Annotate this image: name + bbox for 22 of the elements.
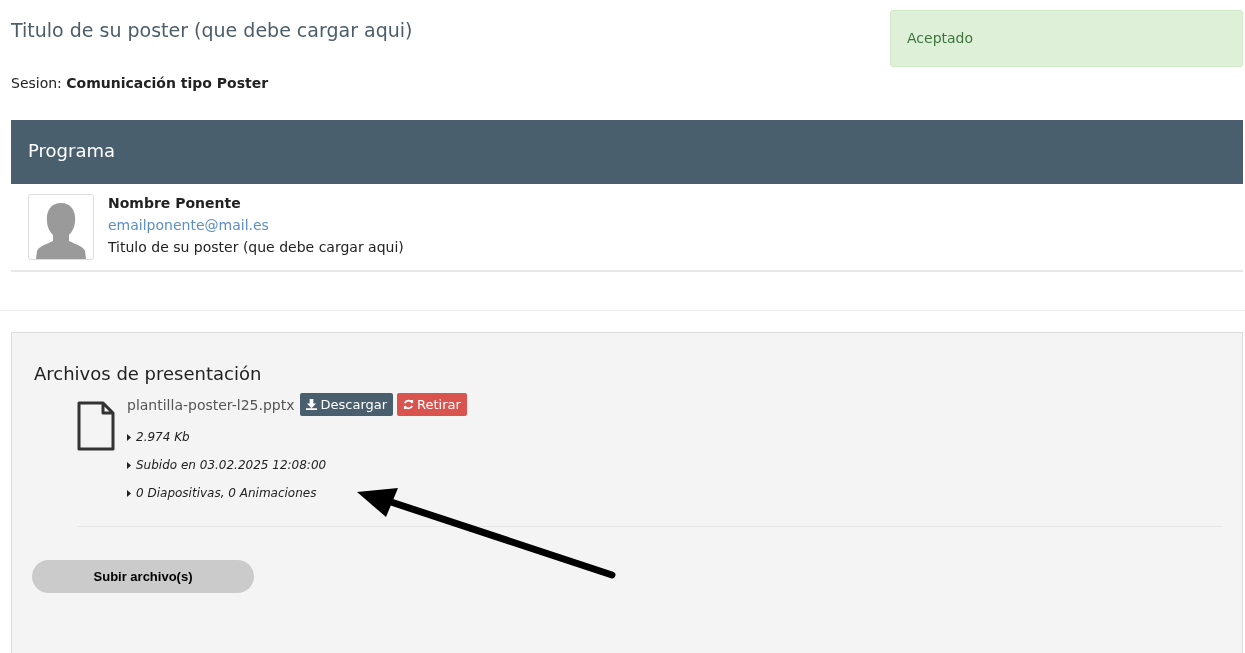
download-button[interactable]: Descargar <box>300 393 394 416</box>
speaker-name: Nombre Ponente <box>108 194 242 213</box>
file-detail: 0 Diapositivas, 0 Animaciones <box>136 486 317 500</box>
file-detail: Subido en 03.02.2025 12:08:00 <box>136 458 327 472</box>
upload-button[interactable]: Subir archivo(s) <box>32 560 254 593</box>
page-title: Titulo de su poster (que debe cargar aqui) <box>11 19 413 41</box>
email-link[interactable]: emailponente@mail.es <box>108 216 269 235</box>
file-icon <box>77 401 115 451</box>
bullet-icon <box>127 433 131 441</box>
file-name: plantilla-poster-l25.pptx <box>127 396 295 413</box>
status-alert: Aceptado <box>890 10 1243 67</box>
section-header: Programa <box>11 120 1243 184</box>
panel-heading: Archivos de presentación <box>34 363 263 384</box>
remove-button[interactable]: Retirar <box>397 393 467 416</box>
file-detail: 2.974 Kb <box>136 430 190 444</box>
refresh-icon <box>403 399 415 410</box>
avatar-icon <box>28 194 94 260</box>
talk-title: Titulo de su poster (que debe cargar aqui) <box>108 238 404 257</box>
bullet-icon <box>127 461 131 469</box>
bullet-icon <box>127 489 131 497</box>
download-icon <box>306 399 318 410</box>
session-text: Sesion: Comunicación tipo Poster <box>11 75 270 91</box>
